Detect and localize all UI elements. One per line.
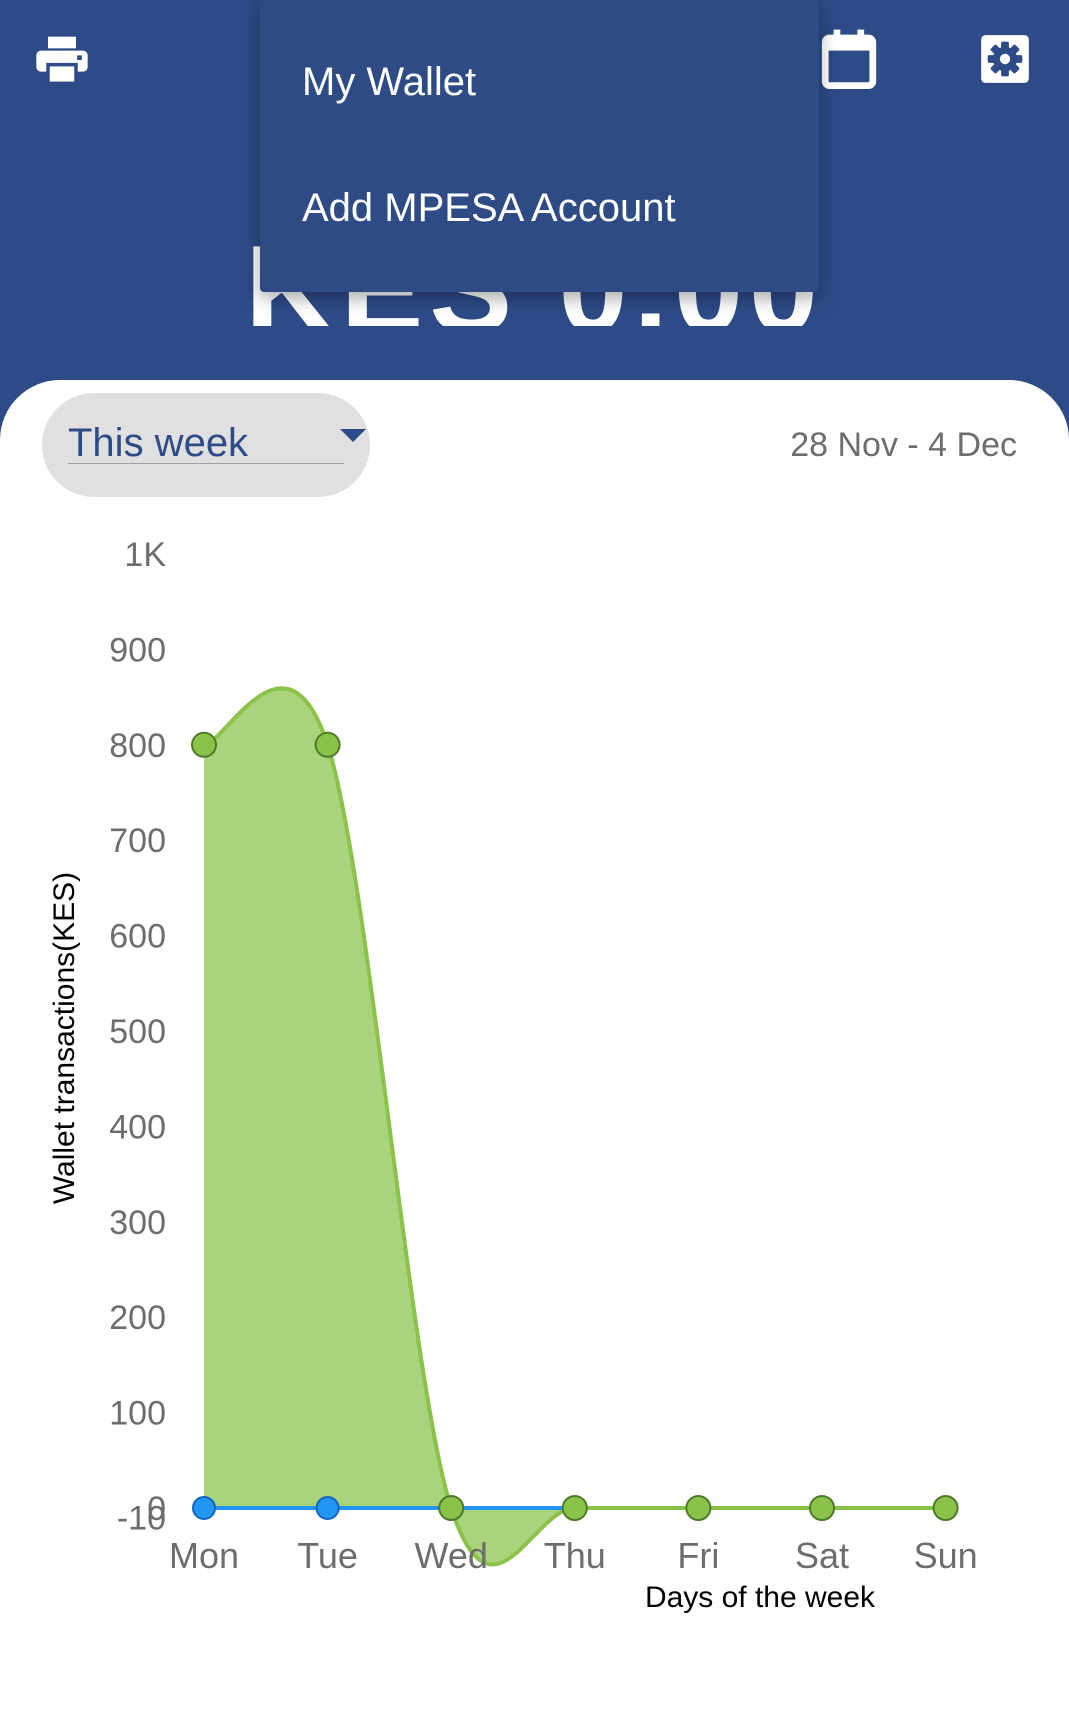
series-0-point	[809, 1495, 835, 1521]
overflow-menu: My Wallet Add MPESA Account	[260, 0, 819, 292]
series-0-point	[191, 731, 217, 758]
series-0-point	[314, 731, 341, 758]
y-tick-label: 500	[109, 1013, 166, 1051]
series-0-point	[932, 1495, 959, 1521]
x-tick-label: Sun	[914, 1535, 978, 1576]
y-tick-label: 900	[109, 631, 166, 669]
series-area-0	[204, 688, 946, 1565]
x-tick-label: Sat	[795, 1535, 849, 1576]
x-tick-label: Thu	[544, 1535, 606, 1576]
x-tick-label: Tue	[297, 1535, 358, 1576]
y-tick-label: 1K	[124, 536, 166, 574]
y-tick-label: 100	[109, 1395, 166, 1433]
series-0-point	[685, 1495, 712, 1521]
x-tick-label: Wed	[415, 1535, 488, 1576]
x-axis-title: Days of the week	[645, 1581, 876, 1614]
series-1-point	[315, 1496, 340, 1520]
y-axis-title: Wallet transactions(KES)	[48, 872, 81, 1204]
y-tick-label: 300	[109, 1204, 166, 1242]
menu-item-add-mpesa-account[interactable]: Add MPESA Account	[302, 186, 676, 231]
series-0-point	[438, 1495, 465, 1521]
x-tick-label: Mon	[169, 1535, 239, 1576]
y-tick-label: 700	[109, 822, 166, 860]
y-tick-label: 200	[109, 1299, 166, 1337]
menu-item-my-wallet[interactable]: My Wallet	[302, 60, 476, 105]
y-tick-label: 400	[109, 1108, 166, 1146]
x-tick-label: Fri	[677, 1535, 719, 1576]
series-0-point	[561, 1495, 588, 1521]
series-1-point	[192, 1496, 216, 1520]
y-tick-label: 600	[109, 918, 166, 956]
y-tick-label: 800	[109, 727, 166, 765]
y-tick-label: -10	[117, 1500, 166, 1538]
